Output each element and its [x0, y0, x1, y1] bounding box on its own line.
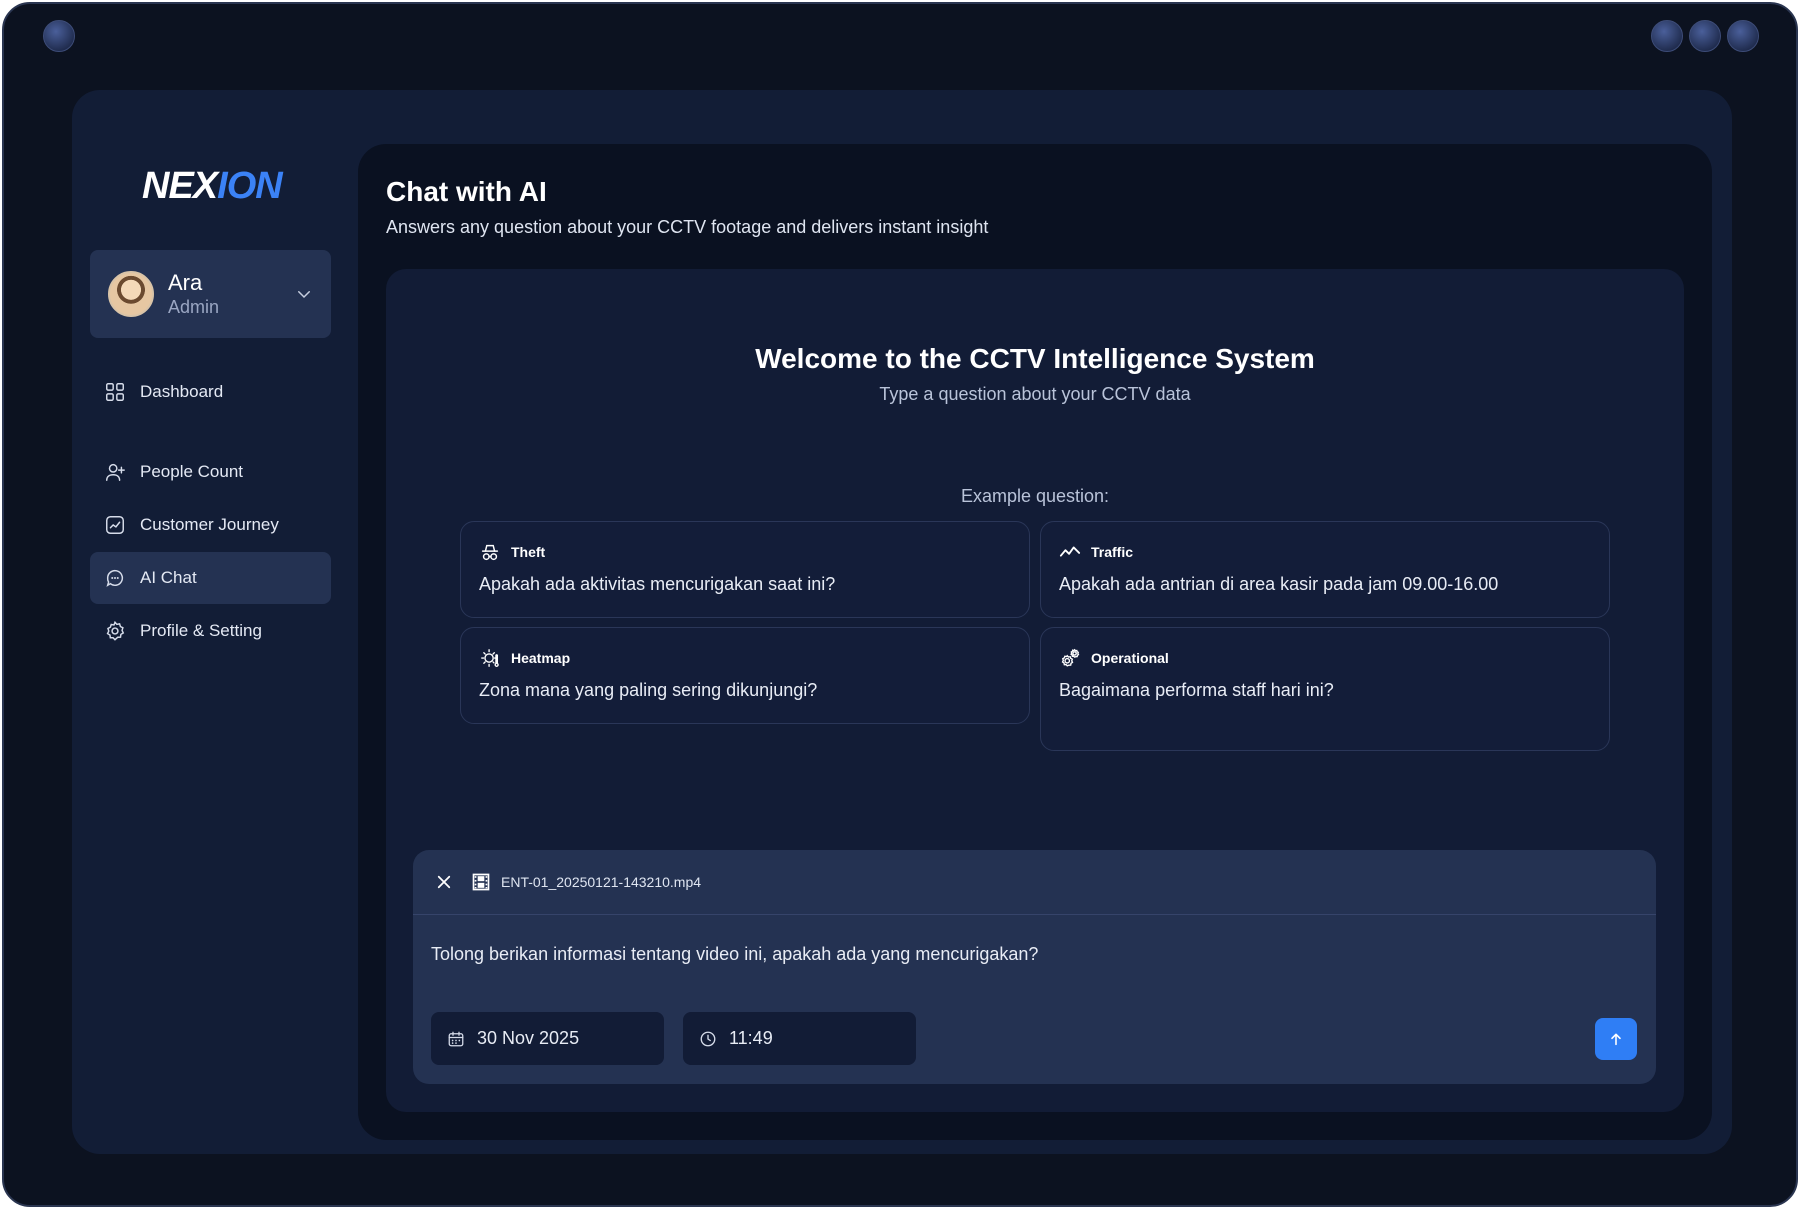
brand-logo: NEXION — [142, 165, 283, 209]
window-control-dot[interactable] — [1651, 20, 1683, 52]
page-title: Chat with AI — [386, 176, 547, 207]
calendar-icon — [448, 1031, 464, 1046]
example-card-heatmap[interactable]: Heatmap Zona mana yang paling sering dik… — [460, 627, 1030, 724]
avatar — [108, 271, 154, 317]
example-category: Heatmap — [511, 650, 571, 666]
user-plus-icon — [106, 463, 125, 481]
date-picker[interactable]: 30 Nov 2025 — [431, 1012, 664, 1065]
example-category: Traffic — [1091, 544, 1134, 560]
sidebar-item-label: People Count — [140, 462, 244, 481]
trend-chart-icon — [106, 516, 124, 534]
page-subtitle: Answers any question about your CCTV foo… — [386, 217, 989, 237]
example-card-theft[interactable]: Theft Apakah ada aktivitas mencurigakan … — [460, 521, 1030, 618]
grid-icon — [106, 383, 124, 401]
date-value: 30 Nov 2025 — [477, 1028, 580, 1048]
welcome-title: Welcome to the CCTV Intelligence System — [755, 343, 1315, 374]
example-question: Apakah ada antrian di area kasir pada ja… — [1059, 574, 1499, 594]
example-question: Bagaimana performa staff hari ini? — [1059, 680, 1334, 700]
window-control-dot[interactable] — [1689, 20, 1721, 52]
user-role: Admin — [168, 297, 220, 317]
sidebar-item-profile-setting[interactable]: Profile & Setting — [90, 605, 331, 657]
example-card-operational[interactable]: Operational Bagaimana performa staff har… — [1040, 627, 1610, 751]
spy-icon — [481, 544, 499, 561]
sidebar-item-ai-chat[interactable]: AI Chat — [90, 552, 331, 604]
sidebar-item-dashboard[interactable]: Dashboard — [90, 366, 331, 418]
cogs-icon — [1061, 648, 1080, 667]
sidebar-item-label: AI Chat — [140, 568, 197, 587]
example-category: Operational — [1091, 650, 1169, 666]
welcome-subtitle: Type a question about your CCTV data — [879, 384, 1191, 404]
sidebar-item-label: Profile & Setting — [140, 621, 262, 640]
close-icon[interactable] — [435, 873, 453, 891]
sidebar-item-label: Dashboard — [140, 382, 224, 401]
sidebar-item-label: Customer Journey — [140, 515, 279, 534]
sidebar-item-people-count[interactable]: People Count — [90, 446, 331, 498]
arrow-up-icon — [1611, 1033, 1621, 1046]
user-name: Ara — [168, 270, 203, 295]
gear-icon — [106, 620, 125, 641]
example-category: Theft — [511, 544, 546, 560]
example-question: Zona mana yang paling sering dikunjungi? — [479, 680, 818, 700]
user-switcher[interactable]: Ara Admin — [90, 250, 331, 338]
attachment-bar: ENT-01_20250121-143210.mp4 — [413, 850, 1656, 915]
send-button[interactable] — [1595, 1018, 1637, 1060]
logo-text-accent: ION — [217, 165, 283, 207]
window-control-dot[interactable] — [1727, 20, 1759, 52]
sidebar-item-customer-journey[interactable]: Customer Journey — [90, 499, 331, 551]
heat-sun-icon — [481, 649, 499, 667]
logo-text-primary: NEX — [142, 165, 218, 207]
activity-line-icon — [1059, 546, 1081, 557]
chat-bubble-icon — [106, 569, 123, 587]
attachment-filename: ENT-01_20250121-143210.mp4 — [501, 874, 702, 890]
window-control-dot[interactable] — [43, 20, 75, 52]
chevron-down-icon — [298, 291, 310, 299]
example-question: Apakah ada aktivitas mencurigakan saat i… — [479, 574, 836, 594]
example-question-label: Example question: — [960, 486, 1110, 506]
video-file-icon — [472, 873, 490, 891]
example-card-traffic[interactable]: Traffic Apakah ada antrian di area kasir… — [1040, 521, 1610, 618]
time-value: 11:49 — [729, 1028, 773, 1048]
prompt-input[interactable]: Tolong berikan informasi tentang video i… — [431, 944, 1038, 965]
message-composer: ENT-01_20250121-143210.mp4 Tolong berika… — [413, 850, 1656, 1084]
time-picker[interactable]: 11:49 — [683, 1012, 916, 1065]
clock-icon — [700, 1031, 716, 1046]
